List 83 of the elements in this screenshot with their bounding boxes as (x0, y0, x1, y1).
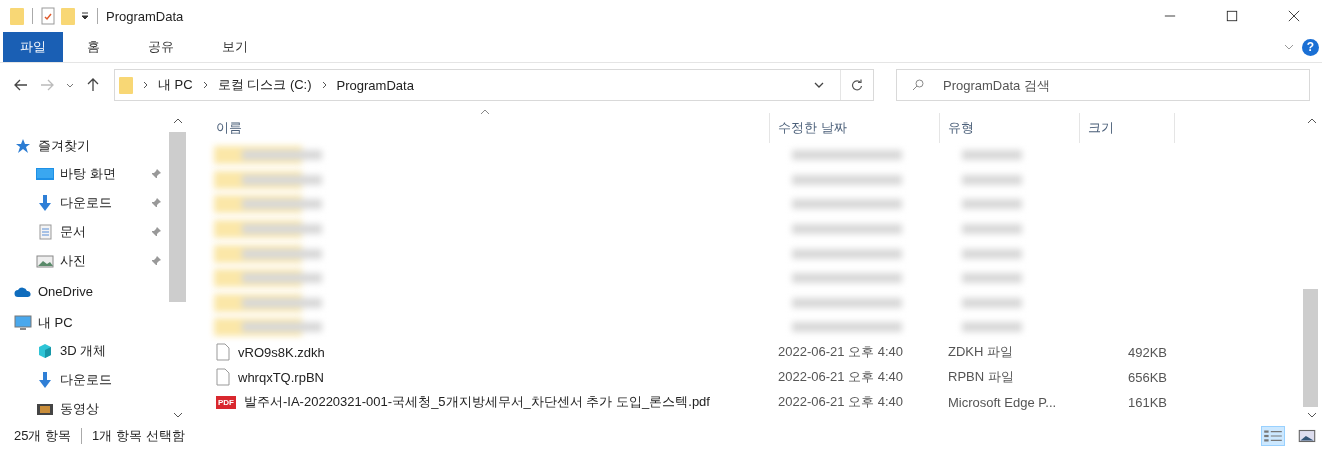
file-icon (216, 343, 230, 362)
type-cell-text: RPBN 파일 (947, 368, 1015, 387)
nav-label: 즐겨찾기 (38, 136, 91, 155)
pin-icon (151, 255, 161, 266)
breadcrumb-item[interactable]: 내 PC (158, 76, 193, 94)
nav-item[interactable]: 바탕 화면 (14, 159, 169, 189)
separator-chevron-icon[interactable] (202, 81, 208, 89)
nav-item[interactable]: 3D 개체 (14, 336, 169, 366)
dropdown-icon[interactable] (81, 12, 89, 20)
nav-item[interactable]: 문서 (14, 217, 169, 247)
file-name[interactable]: 발주서-IA-20220321-001-국세청_5개지방세무서_차단센서 추가 도입_론스텍.pdf (244, 393, 710, 412)
breadcrumb-item[interactable]: 로컬 디스크 (C:) (217, 76, 312, 94)
scroll-up-icon[interactable] (1306, 118, 1317, 124)
nav-label: 문서 (60, 222, 87, 241)
selection-count: 1개 항목 선택함 (92, 427, 185, 445)
back-arrow-icon[interactable] (14, 78, 28, 92)
down-arrow-icon (36, 195, 54, 211)
nav-label: 바탕 화면 (60, 165, 117, 184)
item-count: 25개 항목 (14, 427, 72, 445)
column-header[interactable]: 크기 (1080, 113, 1175, 143)
details-view-icon[interactable] (1262, 427, 1284, 445)
close-icon[interactable] (1288, 10, 1300, 22)
size-cell-text: 492KB (1126, 344, 1168, 360)
monitor-icon (14, 314, 32, 331)
address-bar[interactable]: 내 PC 로컬 디스크 (C:) ProgramData (114, 69, 874, 101)
file-name[interactable]: whrqxTQ.rpBN (238, 369, 324, 385)
date-cell-text: 2022-06-21 오후 4:40 (777, 393, 905, 412)
type-cell-text: ZDKH 파일 (947, 343, 1014, 362)
date-cell-text: 2022-06-21 오후 4:40 (777, 343, 905, 362)
window-title: ProgramData (106, 8, 184, 24)
date-cell-text: 2022-06-21 오후 4:40 (777, 368, 905, 387)
column-header[interactable]: 이름 (208, 113, 770, 143)
recent-chevron-icon[interactable] (66, 82, 74, 88)
nav-item[interactable]: 다운로드 (14, 365, 169, 395)
nav-label: 3D 개체 (60, 342, 108, 360)
search-icon (912, 79, 924, 91)
nav-item[interactable]: 동영상 (14, 394, 169, 423)
sort-caret-icon (480, 109, 490, 115)
file-name[interactable]: vRO9s8K.zdkh (238, 344, 325, 360)
chevron-icon[interactable] (1284, 44, 1294, 50)
document-icon (36, 223, 54, 240)
properties-icon[interactable] (41, 7, 55, 25)
maximize-icon[interactable] (1226, 10, 1238, 22)
nav-item[interactable]: 다운로드 (14, 188, 169, 218)
pin-icon (151, 169, 161, 180)
nav-label: 동영상 (60, 399, 100, 418)
star-icon (14, 137, 32, 154)
nav-item[interactable]: OneDrive (14, 278, 169, 306)
type-cell-text: Microsoft Edge P... (947, 394, 1058, 410)
down-arrow-icon (36, 371, 54, 388)
thumbnail-view-icon[interactable] (1296, 427, 1318, 445)
help-icon[interactable]: ? (1302, 38, 1319, 56)
breadcrumb-item[interactable]: ProgramData (336, 77, 414, 93)
cube-icon (36, 343, 54, 359)
nav-label: 사진 (60, 251, 87, 270)
pin-icon (151, 226, 161, 237)
picture-icon (36, 252, 54, 269)
file-icon (216, 368, 230, 387)
search-field[interactable]: ProgramData 검색 (896, 69, 1310, 101)
pdf-icon: PDF (216, 395, 236, 409)
history-dropdown-icon[interactable] (814, 82, 824, 88)
separator-chevron-icon[interactable] (143, 81, 148, 89)
scroll-down-icon[interactable] (1306, 412, 1317, 418)
nav-label: 다운로드 (60, 370, 113, 389)
column-header[interactable]: 수정한 날짜 (770, 113, 940, 143)
nav-item[interactable]: 즐겨찾기 (14, 132, 169, 160)
up-arrow-icon[interactable] (86, 78, 100, 92)
monitor-icon (36, 166, 54, 183)
folder-icon (119, 76, 133, 94)
size-cell-text: 656KB (1126, 369, 1168, 385)
nav-label: OneDrive (38, 284, 94, 300)
nav-label: 내 PC (38, 313, 74, 332)
refresh-icon[interactable] (851, 79, 863, 91)
nav-item[interactable]: 내 PC (14, 308, 169, 337)
scroll-down-icon[interactable] (172, 412, 183, 418)
nav-item[interactable]: 사진 (14, 246, 169, 275)
scroll-up-icon[interactable] (172, 118, 183, 124)
column-header[interactable]: 유형 (940, 113, 1080, 143)
ribbon-tab[interactable]: 파일 (3, 32, 63, 62)
size-cell-text: 161KB (1126, 394, 1168, 410)
pin-icon (151, 198, 161, 208)
nav-label: 다운로드 (60, 194, 113, 212)
separator-chevron-icon[interactable] (321, 81, 327, 89)
